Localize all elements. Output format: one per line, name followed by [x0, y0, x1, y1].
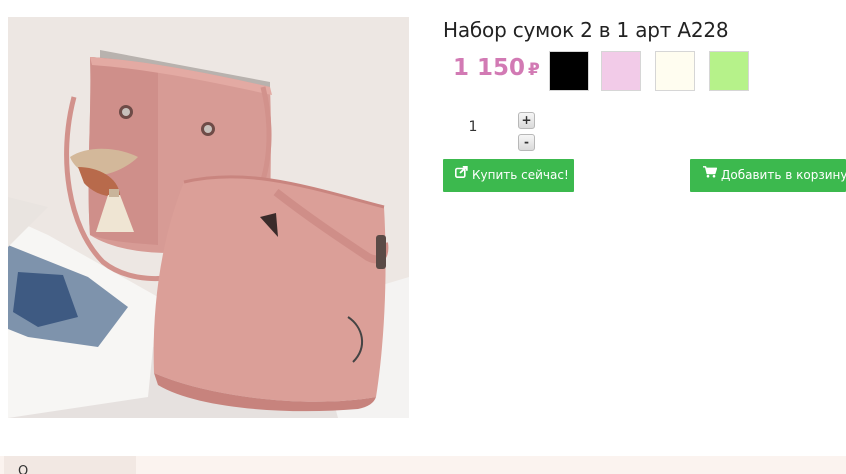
tab-description[interactable]: О [4, 456, 136, 474]
quantity-minus-button[interactable]: - [518, 134, 535, 151]
product-price: 1 150 ₽ [453, 55, 540, 81]
swatch-light-green[interactable] [709, 51, 749, 91]
tab-description-label: О [18, 464, 29, 474]
swatch-black[interactable] [549, 51, 589, 91]
product-image[interactable] [8, 17, 409, 418]
quantity-plus-button[interactable]: + [518, 112, 535, 129]
buy-now-label: Купить сейчас! [472, 168, 569, 182]
currency-symbol: ₽ [528, 60, 540, 80]
shopping-cart-icon [703, 158, 718, 191]
add-to-cart-button[interactable]: Добавить в корзину [690, 159, 846, 192]
product-page: Набор сумок 2 в 1 арт A228 1 150 ₽ 1 + - … [0, 0, 846, 474]
external-link-icon [455, 158, 468, 191]
add-to-cart-label: Добавить в корзину [721, 168, 846, 182]
swatch-pink[interactable] [601, 51, 641, 91]
price-value: 1 150 [453, 55, 526, 81]
quantity-value[interactable]: 1 [458, 119, 488, 135]
product-title: Набор сумок 2 в 1 арт A228 [443, 18, 729, 42]
swatch-ivory[interactable] [655, 51, 695, 91]
buy-now-button[interactable]: Купить сейчас! [443, 159, 574, 192]
